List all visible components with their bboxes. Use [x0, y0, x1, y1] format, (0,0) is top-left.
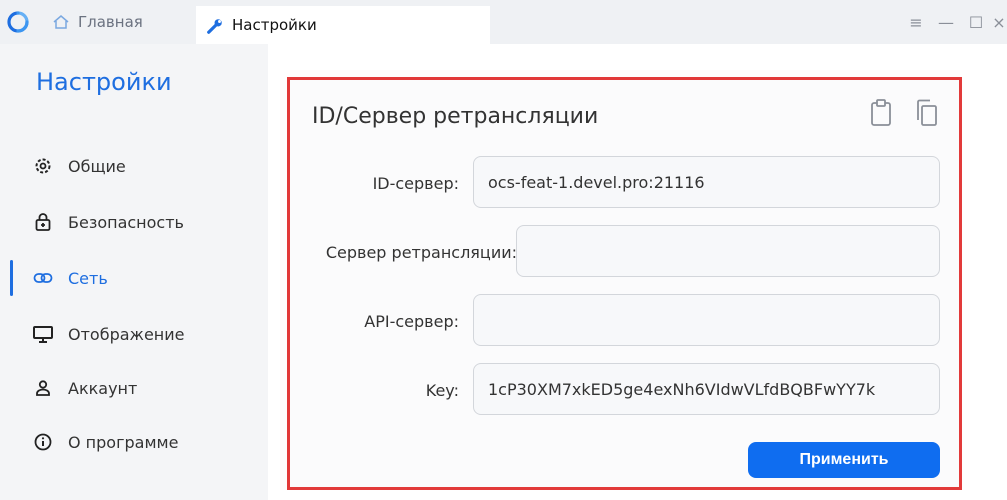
tab-settings[interactable]: Настройки	[196, 6, 490, 44]
copy-icon[interactable]	[915, 98, 939, 128]
sidebar-item-about[interactable]: О программе	[0, 424, 268, 460]
apply-button[interactable]: Применить	[748, 442, 940, 478]
id-server-field[interactable]	[473, 156, 940, 208]
maximize-icon[interactable]: ☐	[961, 7, 991, 37]
info-icon	[32, 431, 54, 453]
title-bar: Главная Настройки ≡ — ☐ ×	[0, 0, 1007, 44]
tab-settings-label: Настройки	[232, 16, 317, 34]
menu-icon[interactable]: ≡	[901, 7, 931, 37]
key-label: Key:	[425, 381, 459, 400]
relay-server-label: Сервер ретрансляции:	[325, 243, 517, 262]
sidebar-item-label: Сеть	[68, 268, 108, 288]
api-server-field[interactable]	[473, 294, 940, 346]
sidebar-item-security[interactable]: Безопасность	[0, 204, 268, 240]
sidebar-item-display[interactable]: Отображение	[0, 316, 268, 352]
user-icon	[32, 377, 54, 399]
clipboard-icon[interactable]	[869, 98, 893, 128]
lock-icon	[32, 211, 54, 233]
sidebar-title: Настройки	[36, 68, 172, 96]
active-indicator	[10, 260, 13, 296]
tab-home[interactable]: Главная	[52, 10, 143, 34]
sidebar-item-label: Общие	[68, 156, 126, 176]
api-server-input[interactable]	[488, 310, 939, 330]
sidebar-item-label: О программе	[68, 432, 179, 452]
sidebar-item-label: Отображение	[68, 324, 185, 344]
link-icon	[32, 267, 54, 289]
sidebar-item-general[interactable]: Общие	[0, 148, 268, 184]
api-server-label: API-сервер:	[364, 312, 459, 331]
sidebar-item-network[interactable]: Сеть	[0, 260, 268, 296]
relay-server-input[interactable]	[531, 241, 939, 261]
monitor-icon	[32, 323, 54, 345]
sidebar-item-account[interactable]: Аккаунт	[0, 370, 268, 406]
gear-icon	[32, 155, 54, 177]
app-logo-icon	[6, 10, 30, 34]
window-controls: ≡ — ☐ ×	[901, 0, 1007, 44]
panel-actions	[869, 98, 939, 128]
close-icon[interactable]: ×	[991, 7, 1007, 37]
wrench-icon	[206, 16, 224, 34]
key-input[interactable]	[488, 379, 939, 399]
minimize-icon[interactable]: —	[931, 7, 961, 37]
id-server-input[interactable]	[488, 172, 939, 192]
home-icon	[52, 13, 70, 31]
key-field[interactable]	[473, 363, 940, 415]
id-server-label: ID-сервер:	[372, 174, 459, 193]
relay-server-field[interactable]	[516, 225, 940, 277]
sidebar-item-label: Аккаунт	[68, 378, 138, 398]
panel-title: ID/Сервер ретрансляции	[312, 104, 599, 129]
tab-home-label: Главная	[78, 13, 143, 31]
sidebar: Настройки Общие Безопасность Сеть Отобра…	[0, 44, 268, 500]
relay-server-panel: ID/Сервер ретрансляции ID-сервер: Сервер…	[287, 77, 962, 490]
sidebar-item-label: Безопасность	[68, 212, 184, 232]
